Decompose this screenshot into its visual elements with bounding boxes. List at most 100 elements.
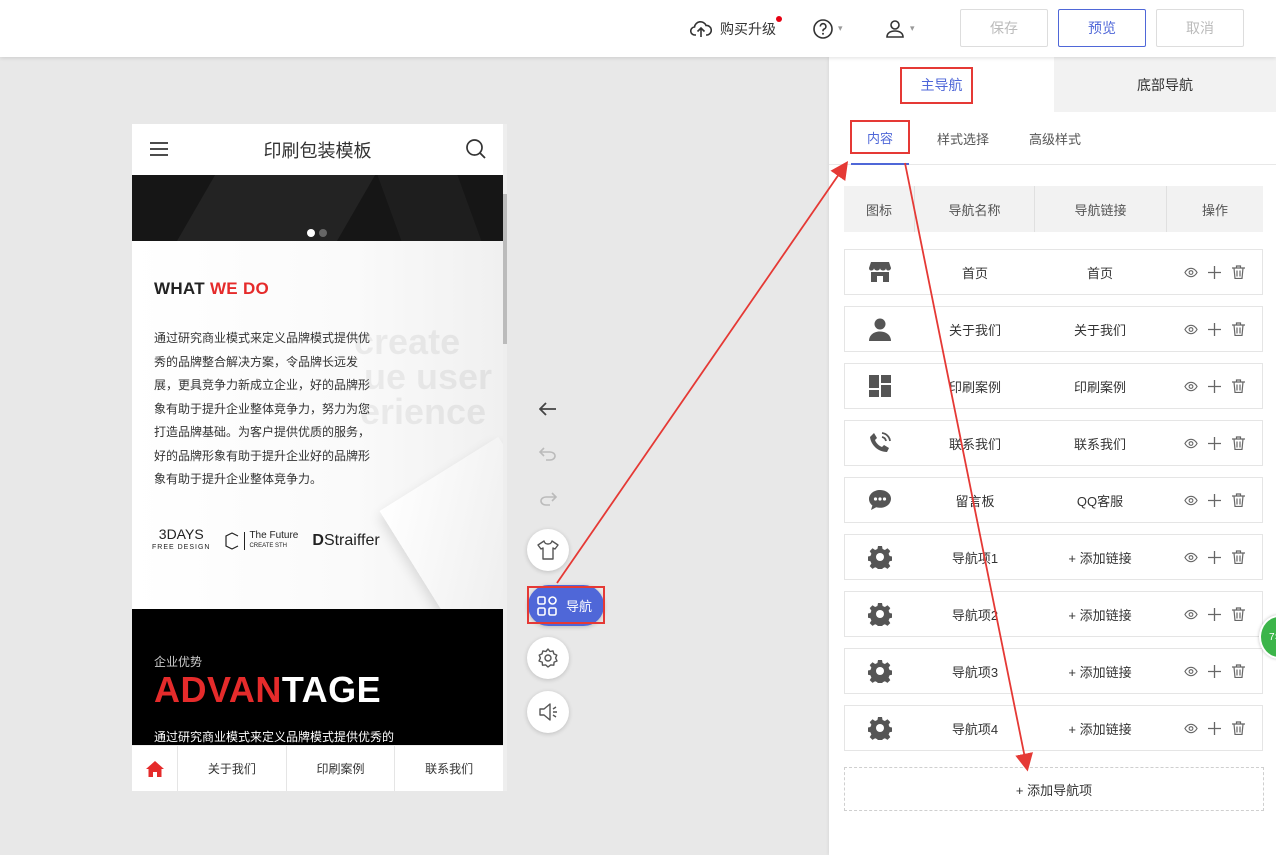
theme-button[interactable] [527,529,569,571]
nav-table-row[interactable]: 导航项1 + 添加链接 [844,534,1263,580]
visibility-eye-icon[interactable] [1183,493,1198,507]
row-actions [1165,592,1264,636]
visibility-eye-icon[interactable] [1183,436,1198,450]
delete-trash-icon[interactable] [1232,493,1246,507]
nav-name-cell[interactable]: 导航项1 [915,535,1035,579]
nav-link-cell[interactable]: 关于我们 [1035,307,1165,351]
add-sub-item-plus-icon[interactable] [1208,607,1222,621]
preview-scrollbar[interactable] [503,124,507,791]
nav-link-cell[interactable]: QQ客服 [1035,478,1165,522]
phone-nav-item[interactable]: 联系我们 [394,746,503,791]
add-sub-item-plus-icon[interactable] [1208,721,1222,735]
upgrade-button[interactable]: 购买升级 [690,0,782,57]
row-actions [1165,250,1264,294]
gear-icon[interactable] [845,649,915,693]
delete-trash-icon[interactable] [1232,607,1246,621]
cloud-upload-icon [690,20,712,38]
tab-main-navigation[interactable]: 主导航 [829,57,1054,112]
delete-trash-icon[interactable] [1232,436,1246,450]
visibility-eye-icon[interactable] [1183,607,1198,621]
gear-icon[interactable] [845,535,915,579]
add-sub-item-plus-icon[interactable] [1208,664,1222,678]
visibility-eye-icon[interactable] [1183,379,1198,393]
nav-name-cell[interactable]: 导航项2 [915,592,1035,636]
home-icon[interactable] [132,746,177,791]
redo-icon[interactable] [535,486,561,512]
search-icon[interactable] [465,138,487,165]
nav-table-row[interactable]: 导航项3 + 添加链接 [844,648,1263,694]
subtab-advanced-style[interactable]: 高级样式 [1029,112,1081,165]
navigation-tool-button[interactable]: 导航 [528,585,604,626]
subtab-content[interactable]: 内容 [851,112,909,165]
visibility-eye-icon[interactable] [1183,721,1198,735]
nav-table-row[interactable]: 导航项2 + 添加链接 [844,591,1263,637]
nav-link-cell[interactable]: + 添加链接 [1035,592,1165,636]
chat-icon[interactable] [845,478,915,522]
add-sub-item-plus-icon[interactable] [1208,379,1222,393]
delete-trash-icon[interactable] [1232,550,1246,564]
tab-bottom-navigation[interactable]: 底部导航 [1054,57,1276,112]
phone-nav-item[interactable]: 印刷案例 [285,746,395,791]
add-nav-item-button[interactable]: + 添加导航项 [844,767,1264,811]
subtab-style[interactable]: 样式选择 [937,112,989,165]
notification-dot [776,16,782,22]
advantage-subtitle: 企业优势 [154,655,203,669]
add-sub-item-plus-icon[interactable] [1208,550,1222,564]
help-menu[interactable]: ▾ [812,0,843,57]
grid-icon[interactable] [845,364,915,408]
nav-table-row[interactable]: 留言板 QQ客服 [844,477,1263,523]
visibility-eye-icon[interactable] [1183,664,1198,678]
delete-trash-icon[interactable] [1232,379,1246,393]
back-arrow-icon[interactable] [535,396,561,422]
delete-trash-icon[interactable] [1232,265,1246,279]
upgrade-label: 购买升级 [720,20,776,37]
nav-link-cell[interactable]: + 添加链接 [1035,706,1165,750]
nav-link-cell[interactable]: + 添加链接 [1035,649,1165,693]
nav-table-row[interactable]: 导航项4 + 添加链接 [844,705,1263,751]
nav-name-cell[interactable]: 首页 [915,250,1035,294]
nav-name-cell[interactable]: 印刷案例 [915,364,1035,408]
nav-name-cell[interactable]: 联系我们 [915,421,1035,465]
nav-name-cell[interactable]: 关于我们 [915,307,1035,351]
row-actions [1165,706,1264,750]
delete-trash-icon[interactable] [1232,664,1246,678]
visibility-eye-icon[interactable] [1183,322,1198,336]
store-icon[interactable] [845,250,915,294]
delete-trash-icon[interactable] [1232,322,1246,336]
user-menu[interactable]: ▾ [884,0,915,57]
nav-link-cell[interactable]: 印刷案例 [1035,364,1165,408]
carousel-dots[interactable] [307,229,327,237]
section-title: WHAT WE DO [154,279,270,298]
save-button[interactable]: 保存 [960,9,1048,47]
undo-icon[interactable] [535,441,561,467]
nav-link-cell[interactable]: 联系我们 [1035,421,1165,465]
gear-icon[interactable] [845,592,915,636]
announcement-button[interactable] [527,691,569,733]
add-sub-item-plus-icon[interactable] [1208,322,1222,336]
delete-trash-icon[interactable] [1232,721,1246,735]
hamburger-menu-icon[interactable] [150,141,168,162]
nav-link-cell[interactable]: + 添加链接 [1035,535,1165,579]
advantage-text: 通过研究商业模式来定义品牌模式提供优秀的 [154,730,395,744]
visibility-eye-icon[interactable] [1183,265,1198,279]
add-sub-item-plus-icon[interactable] [1208,493,1222,507]
visibility-eye-icon[interactable] [1183,550,1198,564]
gear-icon[interactable] [845,706,915,750]
add-sub-item-plus-icon[interactable] [1208,436,1222,450]
partner-logos: 3DAYS FREE DESIGN The Future CREATE STH D… [152,527,380,554]
cancel-button[interactable]: 取消 [1156,9,1244,47]
nav-table-row[interactable]: 联系我们 联系我们 [844,420,1263,466]
nav-table-row[interactable]: 关于我们 关于我们 [844,306,1263,352]
phone-icon[interactable] [845,421,915,465]
person-icon[interactable] [845,307,915,351]
preview-button[interactable]: 预览 [1058,9,1146,47]
nav-name-cell[interactable]: 导航项3 [915,649,1035,693]
nav-table-row[interactable]: 印刷案例 印刷案例 [844,363,1263,409]
nav-name-cell[interactable]: 留言板 [915,478,1035,522]
nav-table-row[interactable]: 首页 首页 [844,249,1263,295]
nav-name-cell[interactable]: 导航项4 [915,706,1035,750]
nav-link-cell[interactable]: 首页 [1035,250,1165,294]
phone-nav-item[interactable]: 关于我们 [177,746,286,791]
add-sub-item-plus-icon[interactable] [1208,265,1222,279]
settings-button[interactable] [527,637,569,679]
